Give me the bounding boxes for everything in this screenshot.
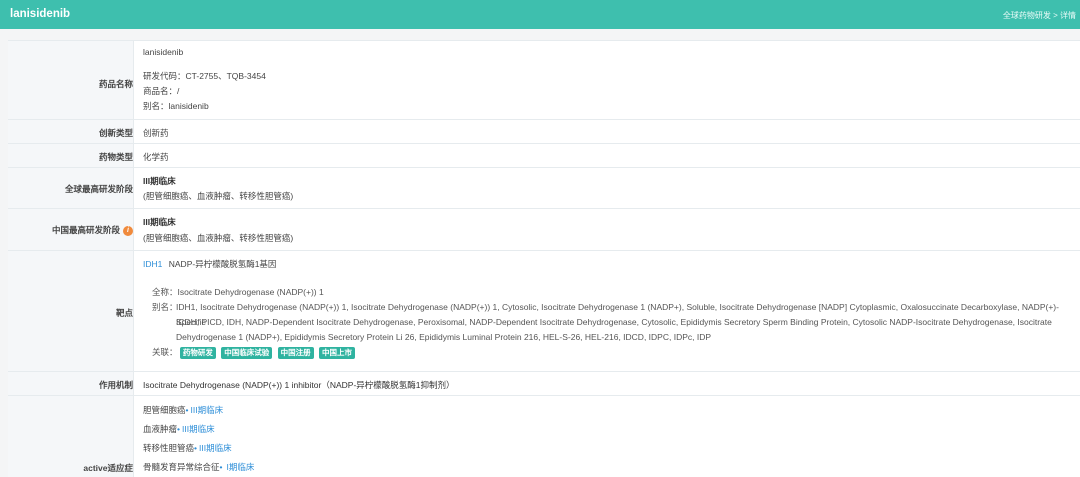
china-stage-label-wrap: 中国最高研发阶段 i [15,224,133,236]
drug-type-label: 药物类型 [98,152,133,162]
info-icon[interactable]: i [123,225,133,236]
row-drug-type: 药物类型 化学药 [8,144,1080,168]
mechanism-value: Isocitrate Dehydrogenase (NADP(+)) 1 inh… [143,380,455,390]
row-value-cell: Isocitrate Dehydrogenase (NADP(+)) 1 inh… [143,372,1074,395]
row-value-cell: III期临床 (胆管细胞癌、血液肿瘤、转移性胆管癌) [143,168,1074,208]
indication-item: 骨髓发育异常综合征• I期临床 [143,461,254,473]
target-gene-desc: NADP-异柠檬酸脱氢酶1基因 [168,259,277,269]
target-label: 靶点 [115,308,133,318]
drug-name-label: 药品名称 [98,79,133,89]
indication-phase-link[interactable]: III期临床 [191,405,224,415]
target-related: 关联： 药物研发 中国临床试验 中国注册 中国上市 [152,346,358,359]
row-innovation-type: 创新类型 创新药 [8,120,1080,144]
detail-table: 药品名称 lanisidenib 研发代码：CT-2755、TQB-3454 商… [8,40,1080,477]
separator-dot: • [219,462,223,472]
row-label-cell: 中国最高研发阶段 i [8,209,134,250]
drug-type-value: 化学药 [143,152,169,162]
indication-phase-link[interactable]: III期临床 [199,443,232,453]
indication-name: 血液肿瘤 [143,424,178,434]
row-label-cell: active适应症 [8,396,134,477]
mechanism-label: 作用机制 [98,380,133,390]
target-gene-link[interactable]: IDH1 [143,259,162,269]
page-title: lanisidenib [10,8,71,20]
top-bar: lanisidenib 全球药物研发 > 详情 [0,0,1080,29]
row-label-cell: 全球最高研发阶段 [8,168,134,208]
row-value-cell: IDH1 NADP-异柠檬酸脱氢酶1基因 全称：Isocitrate Dehyd… [143,251,1074,371]
china-stage-label: 中国最高研发阶段 [51,225,120,235]
drug-alias: 别名：lanisidenib [143,101,209,111]
innovation-type-label: 创新类型 [98,128,133,138]
target-full-name: 全称：Isocitrate Dehydrogenase (NADP(+)) 1 [152,287,324,297]
drug-name-value: lanisidenib [143,47,184,57]
indication-name: 胆管细胞癌 [143,405,186,415]
indication-name: 骨髓发育异常综合征 [143,462,220,472]
indication-phase-link[interactable]: III期临床 [182,424,215,434]
row-target: 靶点 IDH1 NADP-异柠檬酸脱氢酶1基因 全称：Isocitrate De… [8,251,1080,372]
row-value-cell: 创新药 [143,120,1074,143]
row-label-cell: 创新类型 [8,120,134,143]
row-value-cell: lanisidenib 研发代码：CT-2755、TQB-3454 商品名：/ … [143,41,1074,119]
row-global-stage: 全球最高研发阶段 III期临床 (胆管细胞癌、血液肿瘤、转移性胆管癌) [8,168,1080,209]
indication-name: 转移性胆管癌 [143,443,195,453]
global-stage-indications: (胆管细胞癌、血液肿瘤、转移性胆管癌) [143,191,294,201]
target-alias-block: 别名： IDH1, Isocitrate Dehydrogenase (NADP… [143,300,1073,346]
separator-dot: • [185,405,189,415]
indication-phase-link[interactable]: I期临床 [227,462,255,472]
tag-china-clinical-trial[interactable]: 中国临床试验 [221,347,273,359]
innovation-type-value: 创新药 [143,128,169,138]
drug-codes: 研发代码：CT-2755、TQB-3454 [143,71,266,81]
target-gene-line: IDH1 NADP-异柠檬酸脱氢酶1基因 [143,258,276,270]
breadcrumb[interactable]: 全球药物研发 > 详情 [1003,10,1076,21]
tag-drug-rd[interactable]: 药物研发 [179,347,216,359]
row-label-cell: 作用机制 [8,372,134,395]
row-label-cell: 药品名称 [8,41,134,119]
china-stage-indications: (胆管细胞癌、血液肿瘤、转移性胆管癌) [143,233,294,243]
global-stage-phase: III期临床 [143,176,176,186]
separator-dot: • [194,443,197,453]
target-alias-line: Dehydrogenase 1 (NADP+), Epididymis Secr… [176,332,712,342]
indication-item: 胆管细胞癌• III期临床 [143,404,223,416]
row-indications: active适应症 胆管细胞癌• III期临床 血液肿瘤• III期临床 转移性胆管… [8,396,1080,477]
indication-item: 转移性胆管癌• III期临床 [143,442,232,454]
row-label-cell: 靶点 [8,251,134,371]
target-related-label: 关联： [152,347,178,357]
tag-china-market[interactable]: 中国上市 [319,347,356,359]
row-label-cell: 药物类型 [8,144,134,167]
china-stage-phase: III期临床 [143,217,176,227]
indications-label: active适应症 [83,463,133,473]
row-value-cell: III期临床 (胆管细胞癌、血液肿瘤、转移性胆管癌) [143,209,1074,250]
row-drug-name: 药品名称 lanisidenib 研发代码：CT-2755、TQB-3454 商… [8,41,1080,120]
indication-item: 血液肿瘤• III期临床 [143,423,215,435]
target-alias-line: ICDH, PICD, IDH, NADP-Dependent Isocitra… [176,317,1052,327]
separator-dot: • [177,424,180,434]
row-value-cell: 化学药 [143,144,1074,167]
row-mechanism: 作用机制 Isocitrate Dehydrogenase (NADP(+)) … [8,372,1080,396]
row-value-cell: 胆管细胞癌• III期临床 血液肿瘤• III期临床 转移性胆管癌• III期临床 骨… [143,396,1074,477]
trade-name: 商品名：/ [143,86,180,96]
row-china-stage: 中国最高研发阶段 i III期临床 (胆管细胞癌、血液肿瘤、转移性胆管癌) [8,209,1080,251]
target-alias-label: 别名： [152,302,178,312]
global-stage-label: 全球最高研发阶段 [64,184,133,194]
tag-china-registration[interactable]: 中国注册 [277,347,314,359]
